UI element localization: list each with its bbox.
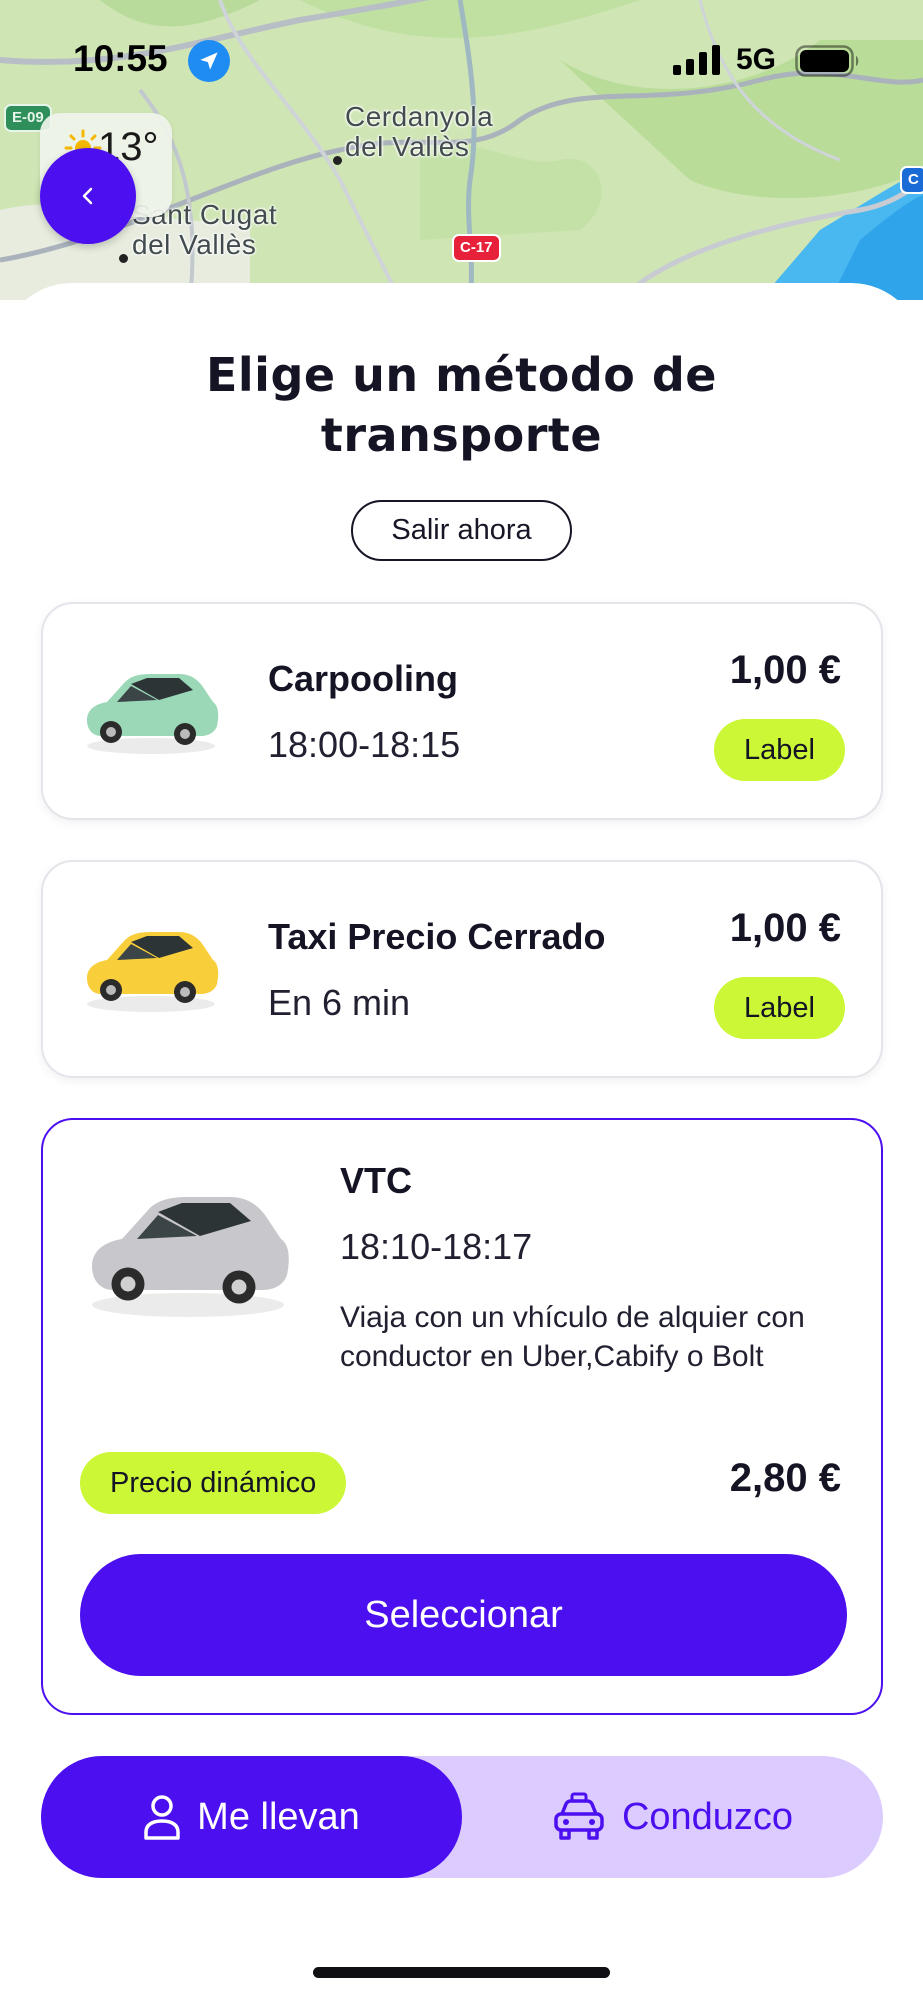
- battery-icon: [795, 45, 859, 77]
- network-type: 5G: [736, 43, 777, 76]
- option-name: Taxi Precio Cerrado: [268, 916, 606, 957]
- transport-option-vtc[interactable]: VTC 18:10-18:17 Viaja con un vhículo de …: [41, 1118, 883, 1715]
- option-time: 18:00-18:15: [268, 724, 461, 765]
- transport-option-taxi[interactable]: Taxi Precio Cerrado En 6 min 1,00 € Labe…: [41, 860, 883, 1078]
- yellow-taxi-icon: [87, 932, 219, 1012]
- map-place-dot: [333, 156, 342, 165]
- green-car-icon: [87, 674, 219, 754]
- road-badge-c17: C-17: [452, 234, 501, 262]
- mode-driver-label: Conduzco: [621, 1795, 794, 1838]
- mode-toggle: Me llevan Conduzco: [41, 1756, 883, 1878]
- option-price: 1,00 €: [729, 648, 841, 692]
- home-indicator[interactable]: [313, 1967, 610, 1978]
- chevron-left-icon: [82, 187, 93, 205]
- mode-driver-tab[interactable]: Conduzco: [462, 1756, 883, 1878]
- signal-bars-icon: [673, 45, 720, 75]
- road-badge-c: C: [900, 166, 923, 194]
- depart-now-chip[interactable]: Salir ahora: [351, 500, 572, 561]
- option-name: Carpooling: [268, 658, 458, 699]
- person-icon: [144, 1795, 180, 1840]
- transport-option-carpooling[interactable]: Carpooling 18:00-18:15 1,00 € Label: [41, 602, 883, 820]
- map-place-dot: [119, 254, 128, 263]
- option-price: 2,80 €: [729, 1456, 841, 1500]
- option-price: 1,00 €: [729, 906, 841, 950]
- transport-sheet: Elige un método de transporte Salir ahor…: [0, 283, 923, 2000]
- car-front-icon: [554, 1792, 604, 1840]
- status-time: 10:55: [73, 38, 168, 79]
- option-name: VTC: [340, 1160, 412, 1201]
- mode-passenger-tab[interactable]: Me llevan: [41, 1756, 462, 1878]
- status-bar: 10:55 5G: [0, 0, 923, 120]
- back-button[interactable]: [40, 148, 136, 244]
- option-time: 18:10-18:17: [340, 1226, 533, 1267]
- option-label-badge: Label: [714, 719, 845, 781]
- mode-passenger-label: Me llevan: [197, 1795, 360, 1838]
- option-time: En 6 min: [268, 982, 411, 1023]
- option-description: Viaja con un vhículo de alquier con cond…: [340, 1301, 805, 1373]
- location-arrow-icon: [188, 40, 230, 82]
- sheet-title: Elige un método de transporte: [205, 348, 717, 462]
- dynamic-price-badge: Precio dinámico: [80, 1452, 347, 1514]
- option-label-badge: Label: [714, 977, 845, 1039]
- silver-car-icon: [92, 1197, 289, 1317]
- select-button[interactable]: Seleccionar: [80, 1554, 847, 1676]
